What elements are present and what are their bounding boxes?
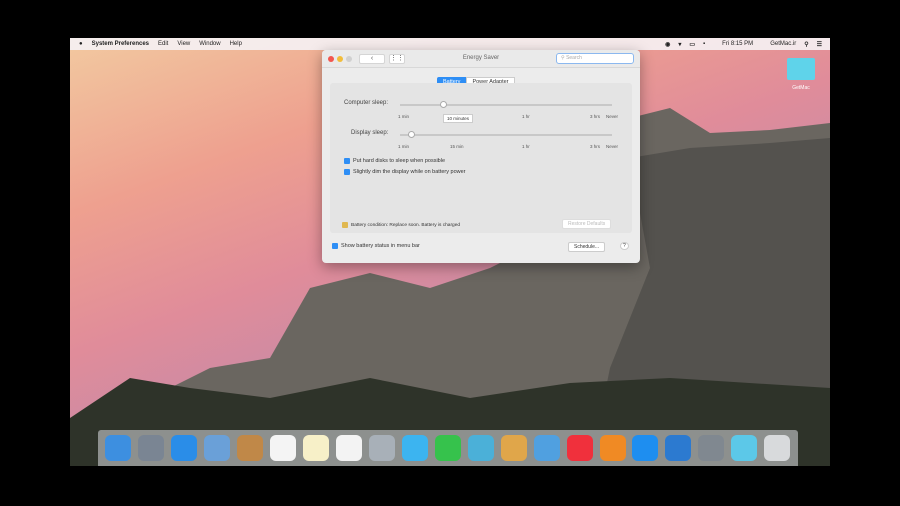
tick: 1 hr bbox=[522, 144, 530, 149]
wifi-icon[interactable]: ▾ bbox=[678, 41, 681, 48]
desktop: ● System Preferences Edit View Window He… bbox=[70, 38, 830, 466]
dock-app-icon[interactable] bbox=[731, 435, 758, 461]
tick: 1 min bbox=[398, 144, 410, 149]
dock-app-icon[interactable] bbox=[665, 435, 692, 461]
dock bbox=[98, 430, 798, 466]
dock-app-icon[interactable] bbox=[204, 435, 231, 461]
folder-icon bbox=[787, 58, 815, 80]
dock-app-icon[interactable] bbox=[599, 435, 626, 461]
tick: 1 min bbox=[398, 114, 410, 119]
tick: 1 hr bbox=[522, 114, 530, 119]
dock-app-icon[interactable] bbox=[467, 435, 494, 461]
checkbox-checked-icon bbox=[344, 158, 350, 164]
dock-app-icon[interactable] bbox=[500, 435, 527, 461]
dock-app-icon[interactable] bbox=[303, 435, 330, 461]
dock-app-icon[interactable] bbox=[533, 435, 560, 461]
computer-sleep-label: Computer sleep: bbox=[344, 100, 389, 106]
dock-app-icon[interactable] bbox=[270, 435, 297, 461]
checkbox-checked-icon bbox=[332, 243, 338, 249]
menu-help[interactable]: Help bbox=[230, 41, 242, 47]
flag-icon[interactable]: ▪ bbox=[703, 41, 705, 47]
dock-app-icon[interactable] bbox=[764, 435, 791, 461]
slider-tooltip: 10 minutes bbox=[443, 114, 474, 123]
battery-status: Battery condition: Replace soon. Battery… bbox=[342, 222, 460, 228]
tick: 15 min bbox=[450, 144, 464, 149]
checkbox-checked-icon bbox=[344, 169, 350, 175]
notification-center-icon[interactable]: ☰ bbox=[817, 41, 822, 48]
dock-app-icon[interactable] bbox=[698, 435, 725, 461]
menu-edit[interactable]: Edit bbox=[158, 41, 168, 47]
menu-app[interactable]: System Preferences bbox=[92, 41, 149, 47]
tick: Never bbox=[606, 144, 619, 149]
spotlight-icon[interactable]: ⚲ bbox=[804, 41, 808, 48]
display-sleep-slider[interactable] bbox=[400, 131, 612, 138]
battery-warning-icon bbox=[342, 222, 348, 228]
apple-menu[interactable]: ● bbox=[79, 41, 83, 47]
dock-app-icon[interactable] bbox=[105, 435, 132, 461]
menu-bar: ● System Preferences Edit View Window He… bbox=[70, 38, 830, 50]
dock-app-icon[interactable] bbox=[171, 435, 198, 461]
hard-disk-sleep-checkbox[interactable]: Put hard disks to sleep when possible bbox=[344, 158, 445, 164]
dock-app-icon[interactable] bbox=[632, 435, 659, 461]
battery-icon[interactable]: ▭ bbox=[689, 41, 695, 48]
dim-display-checkbox[interactable]: Slightly dim the display while on batter… bbox=[344, 169, 466, 175]
schedule-button[interactable]: Schedule... bbox=[568, 242, 606, 252]
dock-app-icon[interactable] bbox=[138, 435, 165, 461]
show-battery-checkbox[interactable]: Show battery status in menu bar bbox=[332, 243, 420, 249]
menu-view[interactable]: View bbox=[177, 41, 190, 47]
dock-app-icon[interactable] bbox=[566, 435, 593, 461]
menu-window[interactable]: Window bbox=[199, 41, 220, 47]
title-bar: ‹ ⋮⋮ Energy Saver ⚲ Search bbox=[322, 50, 640, 68]
timemachine-icon[interactable]: ◉ bbox=[665, 41, 670, 48]
display-sleep-label: Display sleep: bbox=[351, 130, 389, 136]
computer-sleep-slider[interactable] bbox=[400, 101, 612, 108]
tick: Never bbox=[606, 114, 619, 119]
dock-app-icon[interactable] bbox=[368, 435, 395, 461]
tick: 3 hrs bbox=[590, 114, 601, 119]
dock-app-icon[interactable] bbox=[434, 435, 461, 461]
help-button[interactable]: ? bbox=[620, 242, 629, 250]
user-name[interactable]: GetMac.ir bbox=[770, 41, 796, 47]
clock[interactable]: Fri 8:15 PM bbox=[722, 41, 753, 47]
desktop-folder[interactable]: GetMac bbox=[786, 58, 816, 91]
restore-defaults-button[interactable]: Restore Defaults bbox=[562, 219, 612, 229]
slider-knob[interactable] bbox=[440, 101, 447, 108]
slider-knob[interactable] bbox=[408, 131, 415, 138]
dock-app-icon[interactable] bbox=[401, 435, 428, 461]
tick: 3 hrs bbox=[590, 144, 601, 149]
energy-saver-window: ‹ ⋮⋮ Energy Saver ⚲ Search Battery Power… bbox=[322, 50, 640, 263]
search-input[interactable]: ⚲ Search bbox=[556, 53, 634, 64]
folder-label: GetMac bbox=[792, 85, 810, 91]
dock-app-icon[interactable] bbox=[336, 435, 363, 461]
dock-app-icon[interactable] bbox=[237, 435, 264, 461]
